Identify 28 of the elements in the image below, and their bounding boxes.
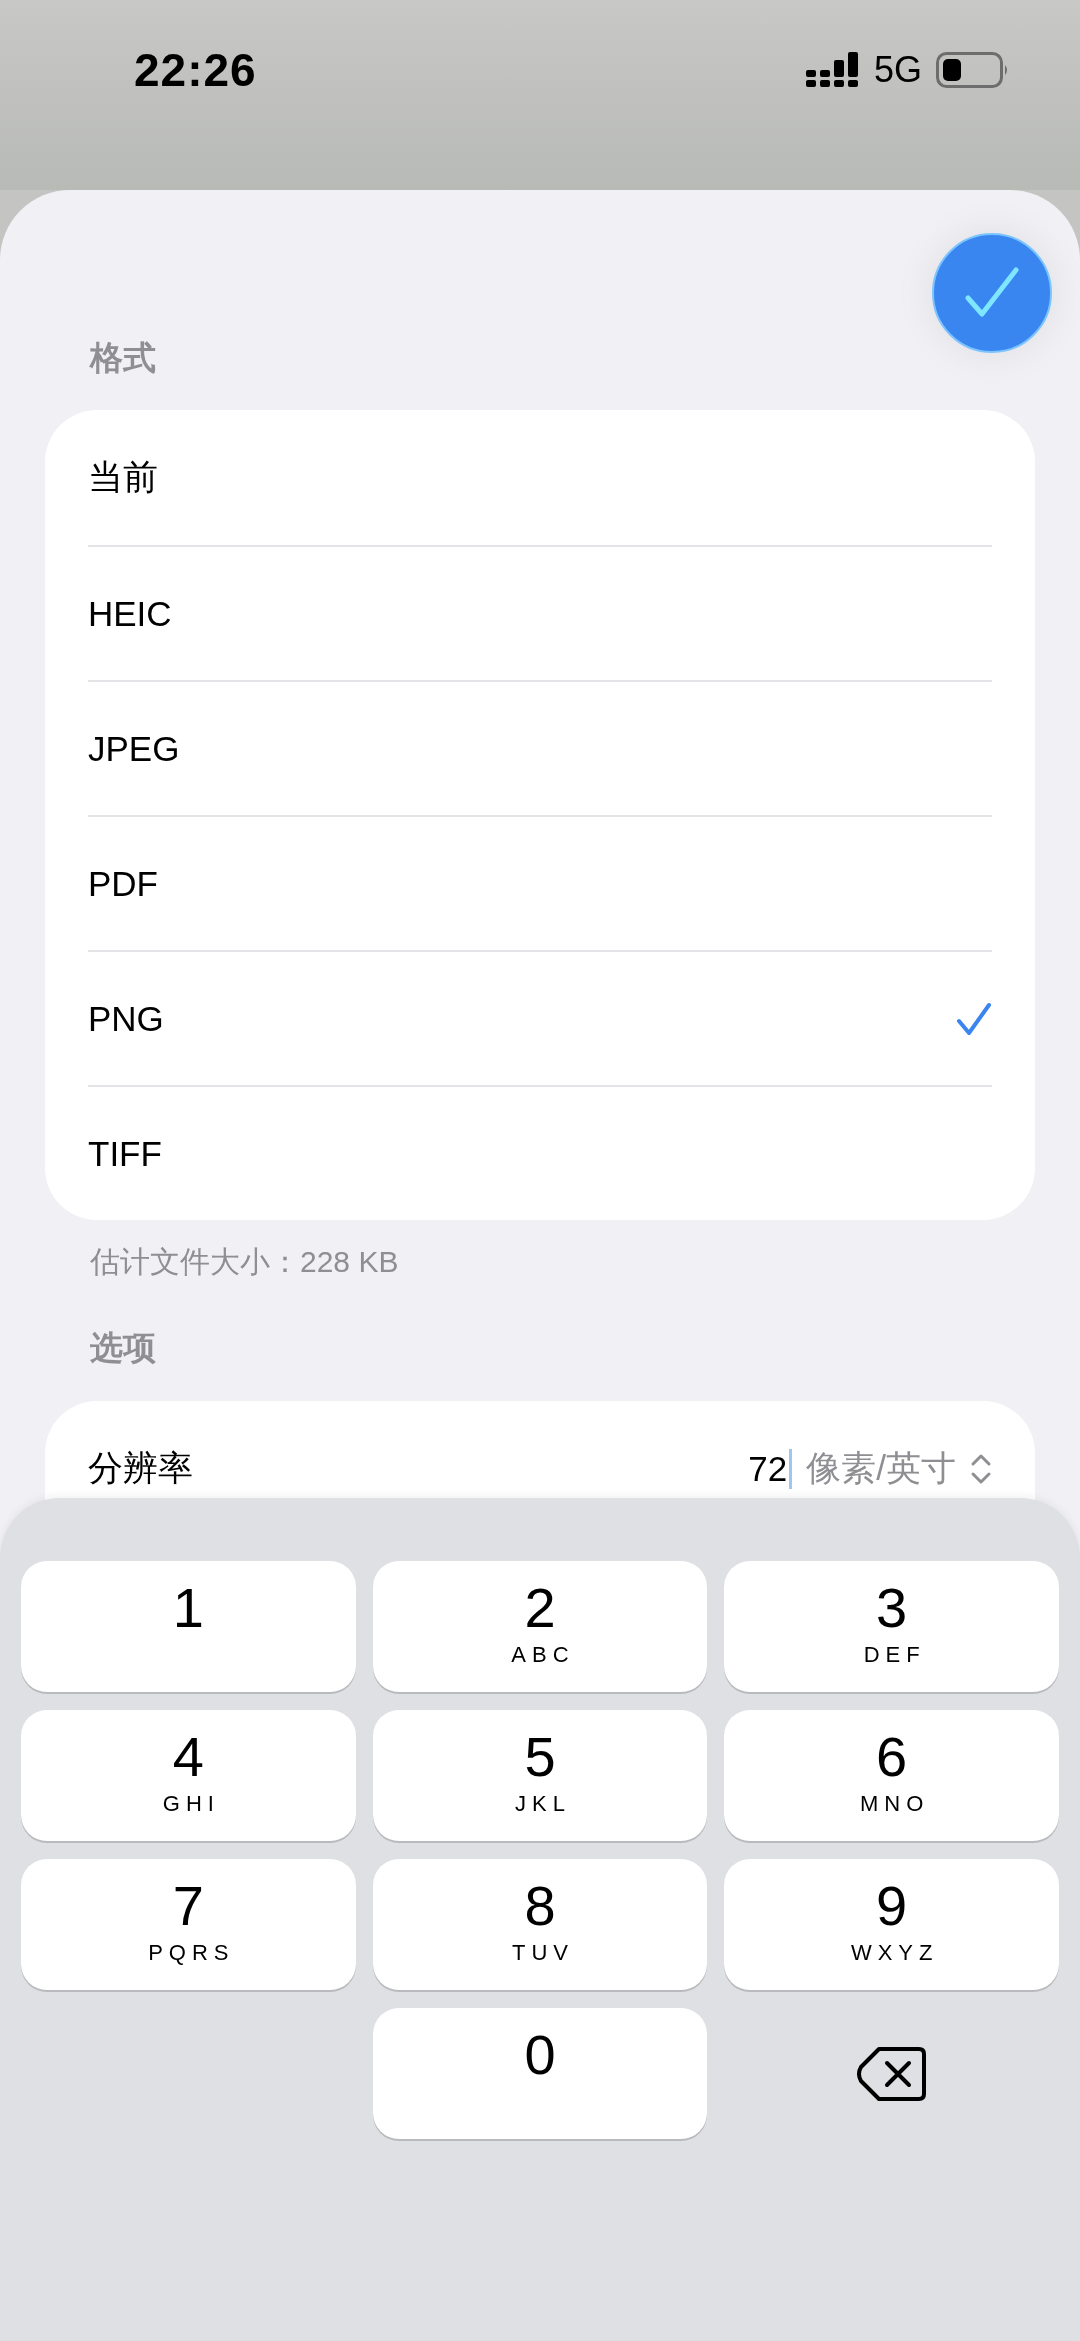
time-text: 22:26 (134, 43, 258, 97)
format-option[interactable]: PDF (88, 815, 992, 950)
number-key[interactable]: 5 JKL (372, 1710, 708, 1841)
network-text: 5G (873, 49, 922, 91)
format-option[interactable]: PNG (88, 950, 992, 1085)
section-title: 选项 (89, 1328, 157, 1368)
number-key[interactable]: 7 PQRS (21, 1859, 356, 1990)
file-size-text: 估计文件大小：228 KB (89, 1244, 400, 1280)
format-option[interactable]: JPEG (88, 680, 992, 815)
number-key[interactable]: 8 TUV (372, 1859, 708, 1990)
unit-text: 像素/英寸 (806, 1447, 956, 1489)
signal-icon (805, 52, 860, 88)
section-title: 格式 (88, 338, 157, 378)
resolution-label: 分辨率 (88, 1447, 194, 1489)
battery-icon (936, 52, 1010, 88)
format-option[interactable]: HEIC (88, 545, 992, 680)
number-key[interactable]: 0 (372, 2008, 708, 2139)
number-key[interactable]: 9 WXYZ (724, 1859, 1059, 1990)
number-key[interactable]: 4 GHI (21, 1710, 356, 1841)
format-option[interactable]: 当前 (88, 410, 992, 545)
number-key[interactable]: 2 ABC (372, 1561, 708, 1692)
number-key[interactable]: 6 MNO (724, 1710, 1059, 1841)
checkmark-icon (964, 266, 1020, 320)
number-key[interactable]: 3 DEF (724, 1561, 1059, 1692)
format-option[interactable]: TIFF (88, 1085, 992, 1220)
number-key[interactable]: 1 (21, 1561, 356, 1692)
resolution-field[interactable]: 72 (748, 1448, 793, 1489)
delete-key-icon[interactable] (856, 2045, 927, 2102)
